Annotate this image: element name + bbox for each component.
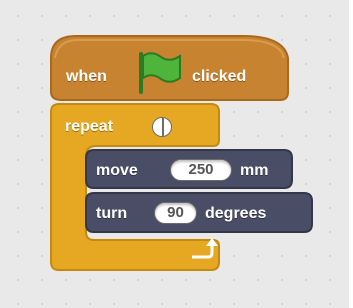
move-unit-label: mm bbox=[240, 162, 269, 179]
repeat-label: repeat bbox=[65, 118, 114, 135]
repeat-count-input[interactable] bbox=[152, 117, 172, 137]
turn-label: turn bbox=[96, 205, 128, 222]
move-label: move bbox=[96, 162, 138, 179]
move-distance-input[interactable]: 250 bbox=[170, 159, 232, 181]
turn-unit-label: degrees bbox=[205, 205, 267, 222]
turn-angle-input[interactable]: 90 bbox=[154, 202, 197, 224]
clicked-label: clicked bbox=[192, 68, 247, 85]
when-label: when bbox=[66, 68, 107, 85]
script-blocks bbox=[50, 35, 313, 271]
